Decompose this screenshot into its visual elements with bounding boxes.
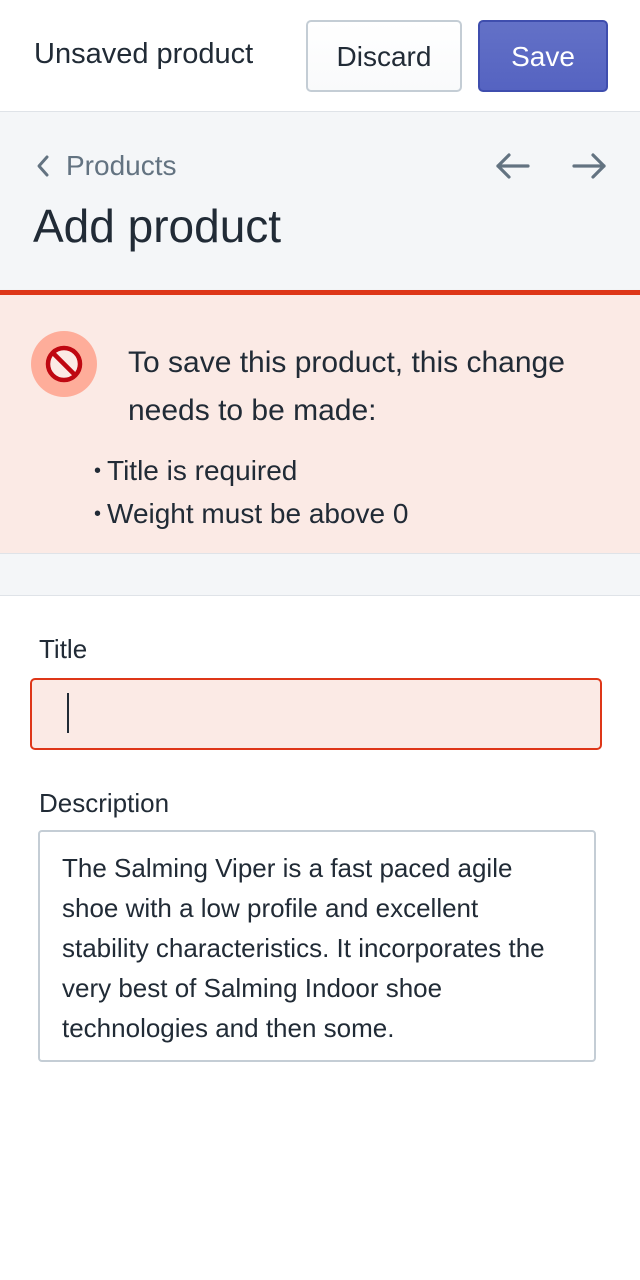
save-button[interactable]: Save <box>478 20 608 92</box>
breadcrumb[interactable]: Products <box>34 148 177 184</box>
prohibited-icon <box>31 331 97 397</box>
chevron-left-icon <box>37 155 49 177</box>
breadcrumb-label: Products <box>66 150 177 181</box>
section-divider <box>0 554 640 596</box>
arrow-right-icon[interactable] <box>570 146 610 186</box>
page-title: Add product <box>33 200 282 252</box>
title-label: Title <box>39 634 88 664</box>
topbar-title: Unsaved product <box>34 38 254 70</box>
description-textarea[interactable]: The Salming Viper is a fast paced agile … <box>38 830 596 1062</box>
text-caret <box>67 693 69 733</box>
discard-button[interactable]: Discard <box>306 20 462 92</box>
error-banner: To save this product, this change needs … <box>0 290 640 554</box>
error-list: Title is required Weight must be above 0 <box>94 451 408 537</box>
arrow-left-icon[interactable] <box>492 146 532 186</box>
description-label: Description <box>39 788 170 818</box>
error-item: Title is required <box>94 451 408 494</box>
banner-heading: To save this product, this change needs … <box>128 346 565 427</box>
page-header: Products Add product <box>0 112 640 290</box>
error-item: Weight must be above 0 <box>94 494 408 537</box>
top-bar: Unsaved product Discard Save <box>0 0 640 112</box>
title-input[interactable] <box>30 678 602 750</box>
